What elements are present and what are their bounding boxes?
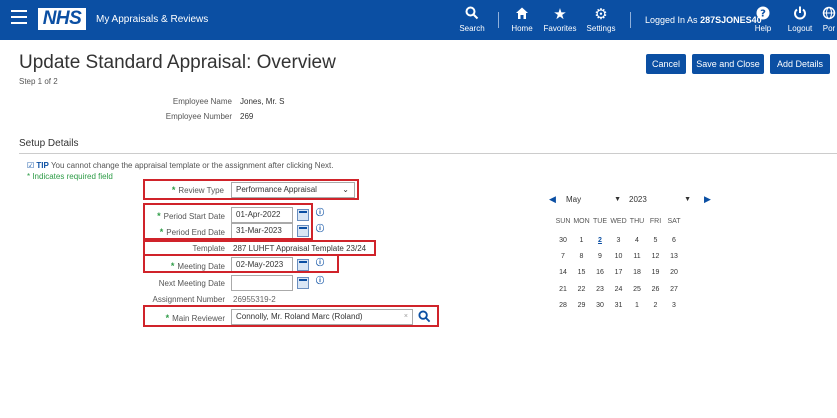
svg-text:?: ? [760,9,766,20]
tip-message: ☑ TIP You cannot change the appraisal te… [27,161,334,170]
add-details-button[interactable]: Add Details [770,54,830,74]
calendar-day[interactable]: 2 [591,237,609,244]
calendar-day[interactable]: 5 [647,237,665,244]
calendar-day[interactable]: 14 [554,269,572,276]
logged-in-status: Logged In As 287SJONES40 [645,15,762,25]
calendar-day[interactable]: 11 [628,253,646,260]
highlight-review-type [143,179,359,200]
calendar-day[interactable]: 12 [647,253,665,260]
calendar-day[interactable]: 25 [628,286,646,293]
calendar-day[interactable]: 26 [647,286,665,293]
employee-name-label: Employee Name [172,97,232,106]
calendar-day[interactable]: 23 [591,286,609,293]
calendar-day[interactable]: 15 [573,269,591,276]
app-title: My Appraisals & Reviews [96,14,209,25]
calendar-day[interactable]: 29 [573,302,591,309]
star-icon: ★ [553,6,567,23]
portal-button[interactable]: Por [818,6,837,33]
gear-icon: ⚙ [594,6,608,23]
month-select[interactable]: May ▼ [566,193,623,207]
tip-icon: ☑ [27,161,35,170]
next-meeting-label: Next Meeting Date [158,279,225,288]
calendar-day[interactable]: 7 [554,253,572,260]
required-note: * Indicates required field [27,172,113,181]
calendar-day[interactable]: 27 [665,286,683,293]
home-button[interactable]: Home [508,6,536,33]
calendar-day[interactable]: 22 [573,286,591,293]
weekday-header: TUE [593,218,607,225]
chevron-down-icon: ▼ [614,196,621,203]
previous-month-icon[interactable]: ◀ [549,194,556,205]
info-icon[interactable]: ⓘ [316,275,324,286]
save-and-close-button[interactable]: Save and Close [692,54,764,74]
highlight-meeting-date [143,254,339,273]
settings-button[interactable]: ⚙ Settings [584,6,618,33]
home-icon [508,6,536,24]
calendar-day[interactable]: 20 [665,269,683,276]
calendar-day[interactable]: 21 [554,286,572,293]
search-icon [455,6,489,24]
weekday-header: WED [610,218,627,225]
calendar-day[interactable]: 31 [610,302,628,309]
next-month-icon[interactable]: ▶ [704,194,711,205]
section-divider [19,153,837,154]
calendar-day[interactable]: 3 [610,237,628,244]
chevron-down-icon: ▼ [684,196,691,203]
search-button[interactable]: Search [455,6,489,33]
cancel-button[interactable]: Cancel [646,54,686,74]
calendar-day[interactable]: 30 [591,302,609,309]
info-icon[interactable]: ⓘ [316,207,324,218]
calendar-day[interactable]: 19 [647,269,665,276]
calendar-day[interactable]: 9 [591,253,609,260]
calendar-day[interactable]: 4 [628,237,646,244]
assignment-number-label: Assignment Number [152,295,225,304]
employee-number-label: Employee Number [165,112,232,121]
nhs-logo[interactable]: NHS [38,8,86,30]
calendar-day[interactable]: 28 [554,302,572,309]
logout-button[interactable]: Logout [786,6,814,33]
toolbar-divider [498,12,499,28]
calendar-day[interactable]: 10 [610,253,628,260]
weekday-header: FRI [649,218,662,225]
menu-icon[interactable] [11,10,27,24]
calendar-day[interactable]: 1 [628,302,646,309]
calendar-day[interactable]: 16 [591,269,609,276]
calendar-day[interactable]: 17 [610,269,628,276]
employee-number-value: 269 [240,112,254,121]
weekday-header: THU [629,218,645,225]
employee-name-value: Jones, Mr. S [240,97,285,106]
calendar-day[interactable]: 13 [665,253,683,260]
page-title: Update Standard Appraisal: Overview [19,52,336,73]
help-button[interactable]: ? Help [752,6,774,33]
calendar-day[interactable]: 1 [573,237,591,244]
step-indicator: Step 1 of 2 [19,77,58,86]
help-icon: ? [752,6,774,24]
weekday-header: SAT [667,218,681,225]
year-select[interactable]: 2023 ▼ [629,193,693,207]
calendar-day[interactable]: 6 [665,237,683,244]
calendar-day[interactable]: 8 [573,253,591,260]
calendar-icon[interactable] [297,277,309,289]
calendar-day[interactable]: 24 [610,286,628,293]
weekday-header: MON [573,218,590,225]
globe-icon [818,6,837,24]
info-icon[interactable]: ⓘ [316,223,324,234]
weekday-header: SUN [555,218,571,225]
calendar-day[interactable]: 3 [665,302,683,309]
highlight-period-dates [143,203,313,240]
top-bar: NHS My Appraisals & Reviews Search Home … [0,0,837,40]
toolbar-divider [630,12,631,28]
assignment-number-value: 26955319-2 [233,295,276,304]
calendar-day[interactable]: 18 [628,269,646,276]
setup-details-heading: Setup Details [19,138,79,149]
calendar-day[interactable]: 30 [554,237,572,244]
power-icon [786,6,814,24]
next-meeting-input[interactable] [231,275,293,291]
highlight-main-reviewer [143,305,439,327]
favorites-button[interactable]: ★ Favorites [542,6,578,33]
calendar-day[interactable]: 2 [647,302,665,309]
